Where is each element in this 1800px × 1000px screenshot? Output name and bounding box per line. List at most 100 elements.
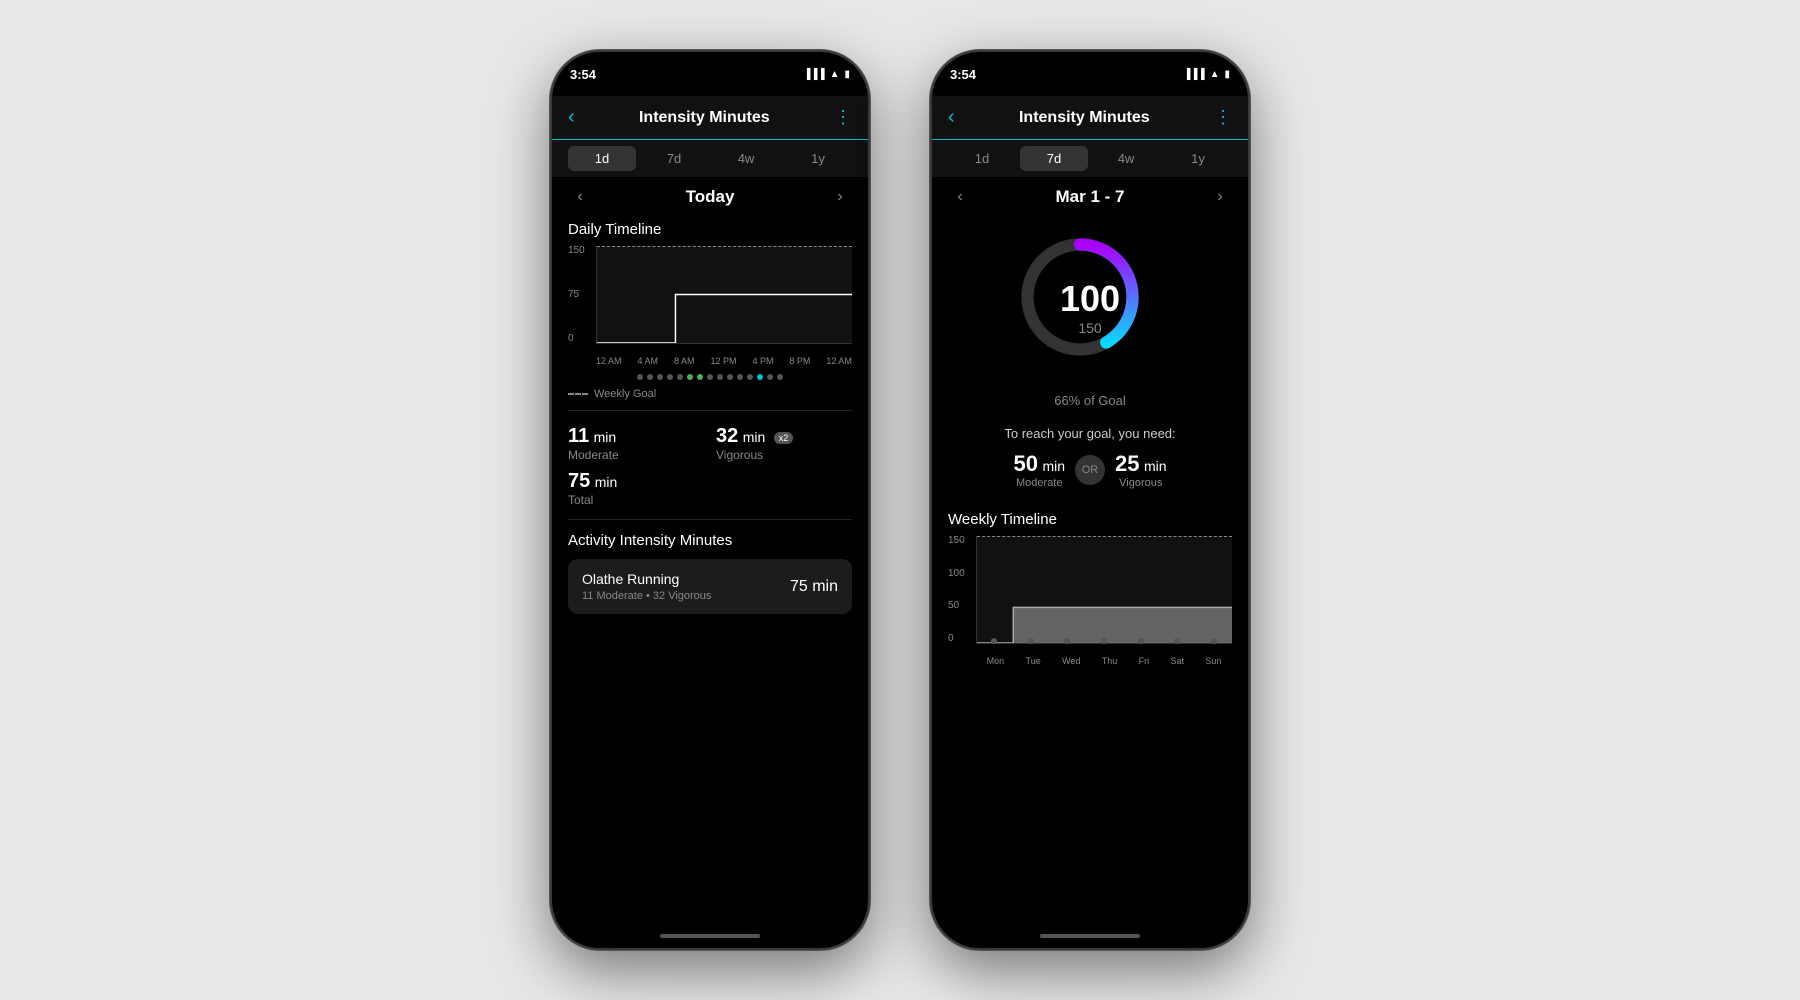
legend-dash [568,393,588,395]
weekly-x-sun: Sun [1205,656,1221,666]
donut-goal: 150 [1078,320,1101,336]
tab2-1y[interactable]: 1y [1164,146,1232,171]
header-title-2: Intensity Minutes [1019,109,1150,127]
y-label-75: 75 [568,290,585,300]
tab-4w[interactable]: 4w [712,146,780,171]
status-bar-1: 3:54 ▐▐▐ ▲ ▮ [552,52,868,96]
back-button-2[interactable]: ‹ [948,106,955,129]
weekly-y-150: 150 [948,536,965,546]
battery-icon: ▮ [844,69,850,80]
screen-content-1: ‹ Today › Daily Timeline 150 75 0 [552,177,868,924]
phone-2: 3:54 ▐▐▐ ▲ ▮ ‹ Intensity Minutes ⋮ 1d 7d… [930,50,1250,950]
activity-card[interactable]: Olathe Running 11 Moderate • 32 Vigorous… [568,559,852,614]
goal-vigorous-row: 25 min [1115,451,1167,477]
w-dot-1 [991,638,997,644]
tab2-7d[interactable]: 7d [1020,146,1088,171]
activity-section-title: Activity Intensity Minutes [568,532,852,549]
activity-name: Olathe Running [582,571,711,587]
total-unit: min [595,474,618,490]
w-dot-3 [1064,638,1070,644]
weekly-x-sat: Sat [1170,656,1184,666]
donut-container: 100 150 66% of Goal [932,217,1248,418]
phone-1: 3:54 ▐▐▐ ▲ ▮ ‹ Intensity Minutes ⋮ 1d 7d… [550,50,870,950]
vigorous-unit: min [743,429,766,445]
period-nav-1: ‹ Today › [552,177,868,217]
time-1: 3:54 [570,67,596,82]
period-nav-2: ‹ Mar 1 - 7 › [932,177,1248,217]
dot-11 [767,374,773,380]
next-period-2[interactable]: › [1208,188,1232,206]
chart-legend-1: Weekly Goal [552,384,868,410]
dot-6 [707,374,713,380]
dot-active-1 [687,374,693,380]
stat-moderate: 11 min Moderate [568,425,704,462]
battery-icon-2: ▮ [1224,69,1230,80]
back-button-1[interactable]: ‹ [568,106,575,129]
dot-3 [657,374,663,380]
dot-2 [647,374,653,380]
weekly-chart-area [976,536,1232,644]
or-badge: OR [1075,455,1105,485]
status-bar-2: 3:54 ▐▐▐ ▲ ▮ [932,52,1248,96]
more-button-1[interactable]: ⋮ [834,107,852,128]
donut-percent: 66% of Goal [1054,393,1126,408]
dot-4 [667,374,673,380]
weekly-chart-container: 150 100 50 0 Mon Tue [948,536,1232,666]
time-2: 3:54 [950,67,976,82]
weekly-x-mon: Mon [987,656,1005,666]
screen-1: ‹ Intensity Minutes ⋮ 1d 7d 4w 1y ‹ Toda… [552,96,868,948]
period-label-1: Today [686,187,735,207]
stat-vigorous: 32 min x2 Vigorous [716,425,852,462]
notch-2 [1025,52,1155,80]
x-label-12am: 12 AM [596,356,622,366]
legend-label: Weekly Goal [594,388,656,400]
x-label-12am2: 12 AM [826,356,852,366]
tab-1y[interactable]: 1y [784,146,852,171]
dot-1 [637,374,643,380]
dot-9 [737,374,743,380]
stats-grid-1: 11 min Moderate 32 min x2 Vigorous [552,411,868,466]
dot-8 [727,374,733,380]
weekly-x-thu: Thu [1102,656,1118,666]
weekly-x-fri: Fri [1139,656,1150,666]
signal-icon-2: ▐▐▐ [1183,69,1204,80]
dot-5 [677,374,683,380]
tab-1d[interactable]: 1d [568,146,636,171]
notch-1 [645,52,775,80]
next-period-1[interactable]: › [828,188,852,206]
activity-info: Olathe Running 11 Moderate • 32 Vigorous [582,571,711,602]
activity-minutes: 75 min [790,578,838,596]
moderate-label: Moderate [568,448,704,462]
signal-icon: ▐▐▐ [803,69,824,80]
x-labels-1: 12 AM 4 AM 8 AM 12 PM 4 PM 8 PM 12 AM [596,356,852,366]
activity-section: Activity Intensity Minutes Olathe Runnin… [552,520,868,622]
tab2-1d[interactable]: 1d [948,146,1016,171]
home-bar-1 [660,934,760,938]
more-button-2[interactable]: ⋮ [1214,107,1232,128]
weekly-x-labels: Mon Tue Wed Thu Fri Sat Sun [976,656,1232,666]
weekly-y-100: 100 [948,569,965,579]
goal-message: To reach your goal, you need: 50 min Mod… [932,418,1248,497]
prev-period-1[interactable]: ‹ [568,188,592,206]
weekly-x-tue: Tue [1026,656,1041,666]
goal-moderate-value: 50 [1014,451,1038,476]
goal-moderate-row: 50 min [1014,451,1066,477]
goal-moderate-unit: min [1042,458,1065,474]
app-header-1: ‹ Intensity Minutes ⋮ [552,96,868,140]
goal-options: 50 min Moderate OR 25 min Vigorous [948,451,1232,489]
goal-vigorous-value: 25 [1115,451,1139,476]
dot-10 [747,374,753,380]
chart-svg-1 [597,246,852,343]
x-label-4am: 4 AM [637,356,658,366]
prev-period-2[interactable]: ‹ [948,188,972,206]
weekly-dashed-line [977,536,1232,537]
w-dot-2 [1028,638,1034,644]
dot-7 [717,374,723,380]
timeline-dots-1 [552,370,868,384]
tab-7d[interactable]: 7d [640,146,708,171]
goal-vigorous-unit: min [1144,458,1167,474]
goal-vigorous-label: Vigorous [1115,477,1167,489]
tab2-4w[interactable]: 4w [1092,146,1160,171]
goal-moderate-label: Moderate [1014,477,1066,489]
donut-value: 100 [1060,278,1120,320]
